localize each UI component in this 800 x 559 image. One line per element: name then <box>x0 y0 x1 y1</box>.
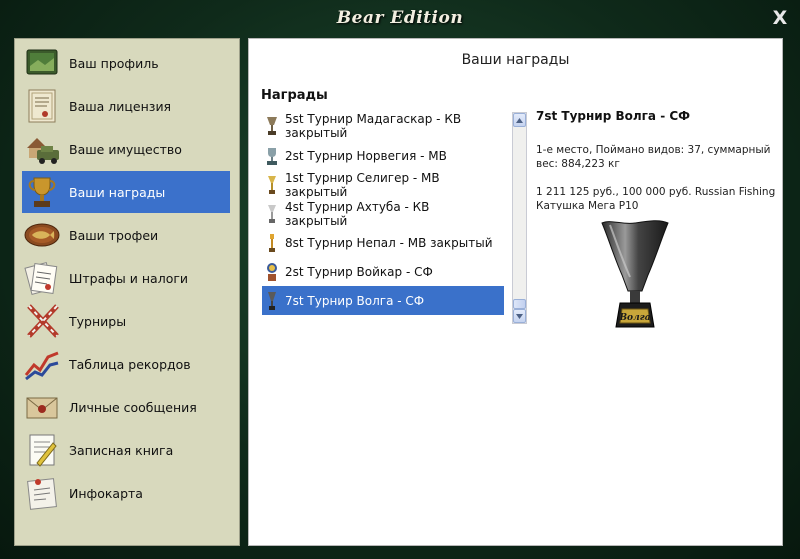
app-title: Bear Edition <box>336 8 464 28</box>
cup-icon <box>263 261 281 283</box>
sidebar-item-label: Ваши трофеи <box>69 227 159 243</box>
tournaments-icon <box>23 302 61 340</box>
cup-icon <box>263 115 281 137</box>
scroll-down-button[interactable] <box>513 309 526 323</box>
fish-trophy-icon <box>23 216 61 254</box>
chevron-up-icon <box>516 117 523 123</box>
page-title: Ваши награды <box>461 52 570 68</box>
list-item[interactable]: 2st Турнир Норвегия - МВ <box>262 141 504 170</box>
list-item[interactable]: 7st Турнир Волга - СФ <box>262 286 504 315</box>
sidebar-item-property[interactable]: Ваше имущество <box>22 128 230 170</box>
sidebar-item-label: Ваши награды <box>69 184 166 200</box>
sidebar-item-label: Турниры <box>69 313 127 329</box>
sidebar-item-label: Записная книга <box>69 442 174 458</box>
cup-icon <box>263 174 281 196</box>
sidebar-item-label: Инфокарта <box>69 485 143 501</box>
sidebar-item-label: Таблица рекордов <box>69 356 191 372</box>
profile-icon <box>23 44 61 82</box>
sidebar-item-label: Ваша лицензия <box>69 98 172 114</box>
trophy-icon <box>23 173 61 211</box>
award-list: 5st Турнир Мадагаскар - КВ закрытый 2st … <box>262 111 504 321</box>
sidebar: Ваш профиль Ваша лицензия Ваше имущество… <box>14 38 240 546</box>
sidebar-item-tournaments[interactable]: Турниры <box>22 300 230 342</box>
list-item[interactable]: 4st Турнир Ахтуба - КВ закрытый <box>262 199 504 228</box>
sidebar-item-label: Личные сообщения <box>69 399 197 415</box>
cup-icon <box>263 290 281 312</box>
list-item[interactable]: 8st Турнир Непал - МВ закрытый <box>262 228 504 257</box>
fines-icon <box>23 259 61 297</box>
chevron-down-icon <box>516 313 523 319</box>
award-cup-image: Волга <box>601 220 669 328</box>
notebook-icon <box>23 431 61 469</box>
infocard-icon <box>23 474 61 512</box>
sidebar-item-infocard[interactable]: Инфокарта <box>22 472 230 514</box>
section-label: Награды <box>261 88 328 103</box>
sidebar-item-messages[interactable]: Личные сообщения <box>22 386 230 428</box>
title-bar: Bear Edition X <box>0 0 800 36</box>
award-detail-text: 1-е место, Поймано видов: 37, суммарный … <box>536 144 771 170</box>
sidebar-item-trophies[interactable]: Ваши трофеи <box>22 214 230 256</box>
award-detail-title: 7st Турнир Волга - СФ <box>536 109 691 123</box>
award-detail-prize: 1 211 125 руб., 100 000 руб. Russian Fis… <box>536 186 776 210</box>
list-item[interactable]: 2st Турнир Войкар - СФ <box>262 257 504 286</box>
cup-icon <box>263 232 281 254</box>
license-icon <box>23 87 61 125</box>
award-list-scrollbar[interactable] <box>512 112 527 324</box>
scroll-up-button[interactable] <box>513 113 526 127</box>
award-detail: 7st Турнир Волга - СФ 1-е место, Поймано… <box>536 109 776 210</box>
sidebar-item-label: Штрафы и налоги <box>69 270 189 286</box>
main-panel: Ваши награды Награды 5st Турнир Мадагаск… <box>248 38 783 546</box>
records-chart-icon <box>23 345 61 383</box>
cup-icon <box>263 203 281 225</box>
close-button[interactable]: X <box>769 7 791 29</box>
list-item[interactable]: 5st Турнир Мадагаскар - КВ закрытый <box>262 111 504 141</box>
sidebar-item-profile[interactable]: Ваш профиль <box>22 42 230 84</box>
cup-icon <box>263 145 281 167</box>
scroll-thumb[interactable] <box>513 299 526 309</box>
cup-plaque-label: Волга <box>618 313 650 323</box>
list-item[interactable]: 1st Турнир Селигер - МВ закрытый <box>262 170 504 199</box>
sidebar-item-notebook[interactable]: Записная книга <box>22 429 230 471</box>
sidebar-item-license[interactable]: Ваша лицензия <box>22 85 230 127</box>
messages-icon <box>23 388 61 426</box>
sidebar-item-records[interactable]: Таблица рекордов <box>22 343 230 385</box>
property-icon <box>23 130 61 168</box>
sidebar-item-label: Ваш профиль <box>69 55 159 71</box>
sidebar-item-awards[interactable]: Ваши награды <box>22 171 230 213</box>
sidebar-item-label: Ваше имущество <box>69 141 182 157</box>
sidebar-item-fines[interactable]: Штрафы и налоги <box>22 257 230 299</box>
